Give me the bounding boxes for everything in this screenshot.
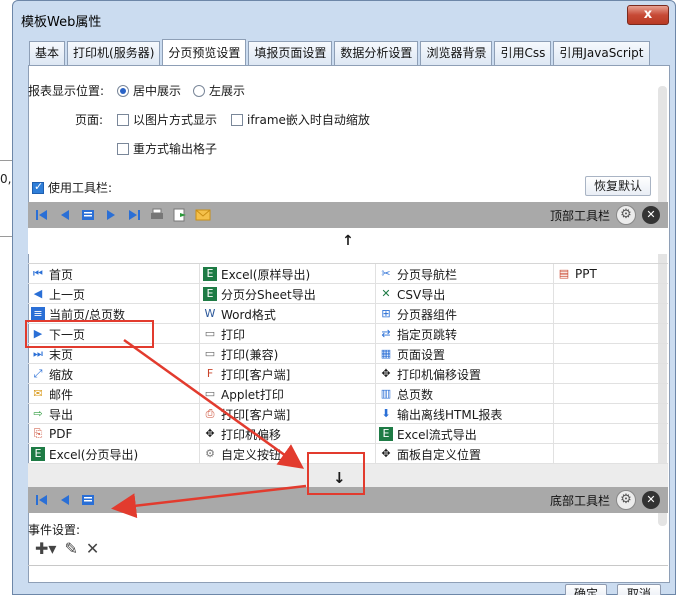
annotation-arrows (111, 338, 307, 519)
arrow-to-bottom-toolbar (111, 484, 307, 519)
tab-page-preview-settings[interactable]: 分页预览设置 (162, 39, 247, 65)
arrow-to-down-button (123, 338, 305, 469)
